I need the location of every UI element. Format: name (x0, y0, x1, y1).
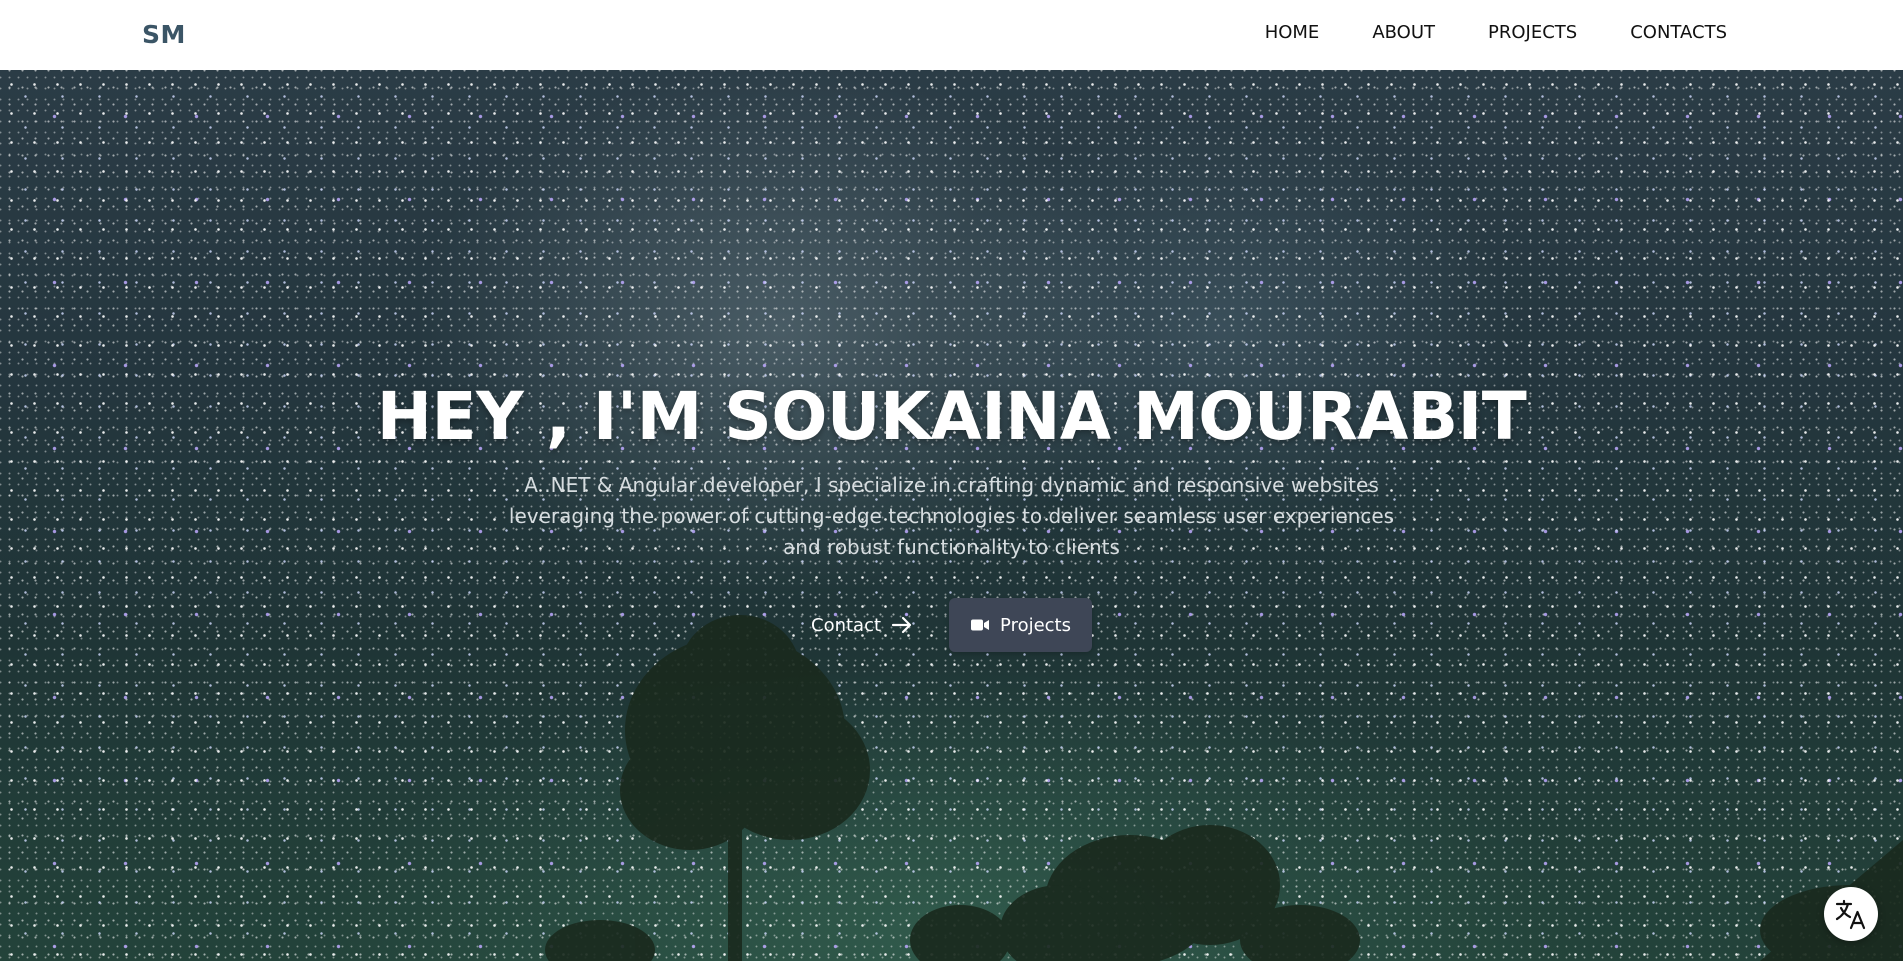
nav-contacts-link[interactable]: CONTACTS (1630, 22, 1727, 43)
nav-links: HOME ABOUT PROJECTS CONTACTS (1265, 22, 1727, 43)
contact-button-label: Contact (811, 614, 882, 636)
nav-about-link[interactable]: ABOUT (1372, 22, 1435, 43)
brand-logo[interactable]: SM (142, 20, 186, 49)
hero-section: HEY , I'M SOUKAINA MOURABIT A .NET & Ang… (0, 70, 1903, 961)
arrow-right-icon (891, 616, 912, 634)
hero-subtitle-line: A .NET & Angular developer, I specialize… (524, 473, 1379, 497)
projects-button-label: Projects (1000, 614, 1071, 636)
hero-subtitle: A .NET & Angular developer, I specialize… (500, 470, 1403, 563)
translate-button[interactable] (1824, 887, 1878, 941)
nav-home-link[interactable]: HOME (1265, 22, 1320, 43)
hero-title: HEY , I'M SOUKAINA MOURABIT (376, 378, 1527, 455)
video-camera-icon (971, 619, 990, 631)
projects-button[interactable]: Projects (949, 598, 1092, 652)
navbar: SM HOME ABOUT PROJECTS CONTACTS (0, 0, 1903, 70)
translate-icon (1835, 899, 1866, 930)
hero-subtitle-line: leveraging the power of cutting-edge tec… (508, 504, 1395, 528)
hero-subtitle-line: and robust functionality to clients (783, 535, 1120, 559)
contact-button[interactable]: Contact (811, 615, 913, 636)
nav-projects-link[interactable]: PROJECTS (1488, 22, 1577, 43)
hero-actions: Contact Projects (0, 598, 1903, 652)
